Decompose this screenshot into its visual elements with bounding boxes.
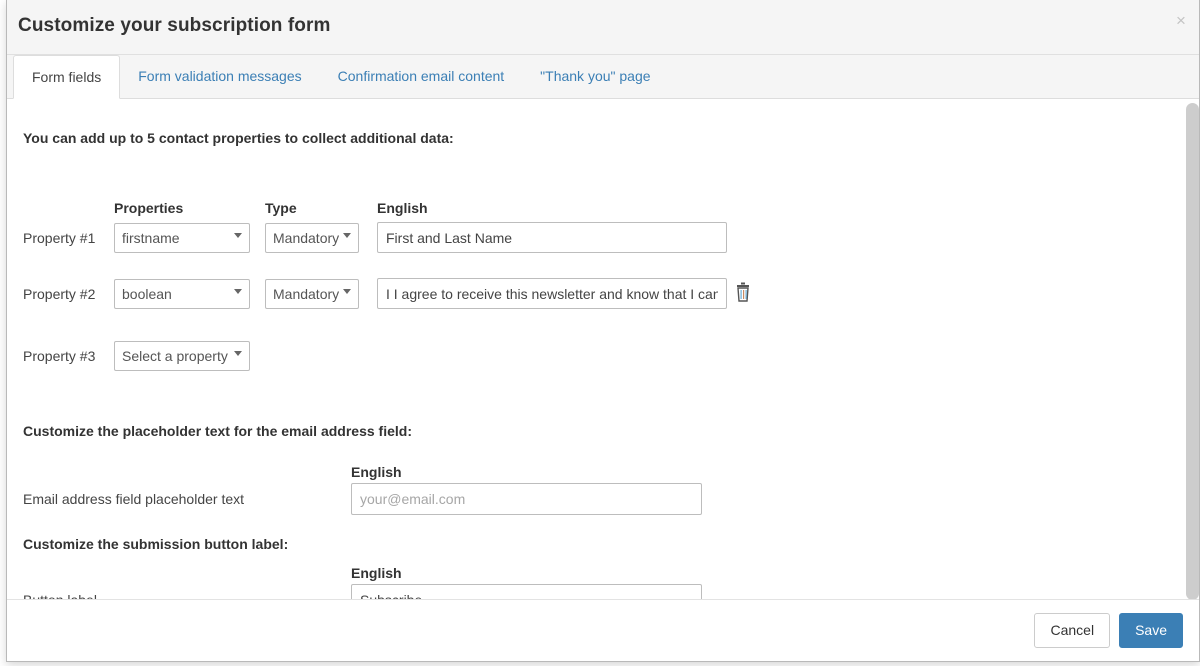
column-header-properties: Properties <box>114 200 184 216</box>
save-button[interactable]: Save <box>1119 613 1183 648</box>
button-label-section-heading: Customize the submission button label: <box>23 536 289 552</box>
button-label-row-label: Button label <box>23 592 97 599</box>
type-2-select[interactable]: Mandatory <box>265 279 359 309</box>
tab-thank-you-page[interactable]: "Thank you" page <box>522 55 668 98</box>
column-header-type: Type <box>265 200 297 216</box>
page-title: Customize your subscription form <box>18 15 331 36</box>
button-label-input[interactable] <box>351 584 702 599</box>
property-row-1-label: Property #1 <box>23 230 96 246</box>
dialog-header: Customize your subscription form × <box>7 0 1199 55</box>
type-2-select-wrap: Mandatory <box>265 279 359 309</box>
dialog-footer: Cancel Save <box>7 599 1199 661</box>
tab-form-fields[interactable]: Form fields <box>13 55 121 99</box>
scrollbar-track[interactable] <box>1185 99 1199 599</box>
property-1-select-wrap: firstname <box>114 223 250 253</box>
property-3-select-wrap: Select a property <box>114 341 250 371</box>
email-placeholder-row-label: Email address field placeholder text <box>23 491 245 507</box>
type-1-select[interactable]: Mandatory <box>265 223 359 253</box>
scroll-area: You can add up to 5 contact properties t… <box>7 99 1199 599</box>
tab-form-validation-messages[interactable]: Form validation messages <box>120 55 319 98</box>
property-1-select[interactable]: firstname <box>114 223 250 253</box>
button-column-header-english: English <box>351 565 402 581</box>
trash-icon[interactable] <box>732 281 754 305</box>
property-row-2-label: Property #2 <box>23 286 96 302</box>
email-placeholder-input[interactable] <box>351 483 702 515</box>
tab-confirmation-email-content[interactable]: Confirmation email content <box>320 55 523 98</box>
property-2-select[interactable]: boolean <box>114 279 250 309</box>
property-3-select[interactable]: Select a property <box>114 341 250 371</box>
placeholder-column-header-english: English <box>351 464 402 480</box>
cancel-button[interactable]: Cancel <box>1034 613 1111 648</box>
close-icon[interactable]: × <box>1172 12 1190 30</box>
tab-bar: Form fields Form validation messages Con… <box>7 55 1199 99</box>
dialog-body: You can add up to 5 contact properties t… <box>7 99 1199 599</box>
contact-properties-heading: You can add up to 5 contact properties t… <box>23 130 454 146</box>
column-header-english: English <box>377 200 428 216</box>
scrollbar-thumb[interactable] <box>1186 103 1199 599</box>
property-row-3-label: Property #3 <box>23 348 96 364</box>
vertical-scrollbar[interactable] <box>1184 99 1199 599</box>
type-1-select-wrap: Mandatory <box>265 223 359 253</box>
customize-subscription-form-dialog: Customize your subscription form × Form … <box>6 0 1200 662</box>
property-2-english-input[interactable] <box>377 278 727 309</box>
placeholder-section-heading: Customize the placeholder text for the e… <box>23 423 412 439</box>
property-2-select-wrap: boolean <box>114 279 250 309</box>
property-1-english-input[interactable] <box>377 222 727 253</box>
